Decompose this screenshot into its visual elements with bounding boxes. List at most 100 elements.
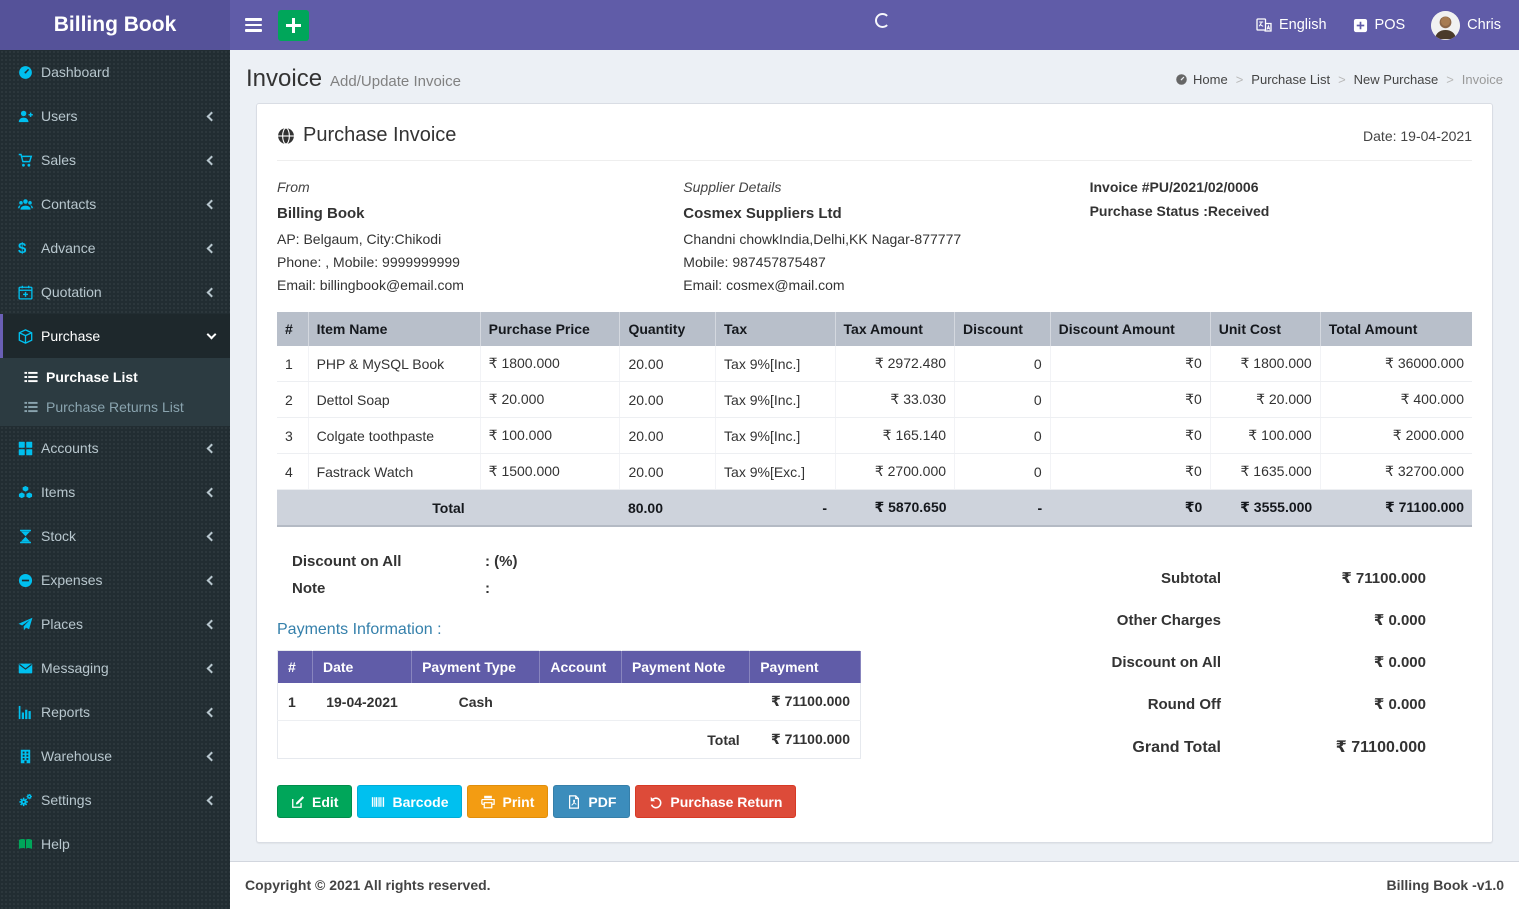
table-row: 1 PHP & MySQL Book ₹ 1800.000 20.00 Tax …: [277, 346, 1472, 382]
quick-add-button[interactable]: [278, 9, 309, 41]
invoice-lower-left: Discount on All : (%) Note : Payments In…: [277, 543, 863, 759]
sidebar-item-accounts[interactable]: Accounts: [0, 426, 230, 470]
cell-discount: 0: [954, 417, 1051, 454]
cell-item-name: PHP & MySQL Book: [308, 346, 481, 382]
sidebar-subitem-label: Purchase List: [46, 369, 138, 385]
sidebar-item-dashboard[interactable]: Dashboard: [0, 50, 230, 94]
supplier-address: Chandni chowkIndia,Delhi,KK Nagar-877777: [683, 231, 962, 247]
language-menu[interactable]: English: [1256, 17, 1327, 33]
from-email: Email: billingbook@email.com: [277, 277, 464, 293]
breadcrumb-new-purchase-link[interactable]: New Purchase: [1354, 72, 1439, 87]
cell-discount-amount: ₹0: [1050, 453, 1211, 490]
print-button[interactable]: Print: [467, 785, 549, 818]
breadcrumb-separator: >: [1446, 72, 1454, 87]
supplier-heading: Supplier Details: [683, 179, 782, 195]
pdf-button[interactable]: PDF: [553, 785, 631, 818]
cubes-icon: [18, 485, 41, 500]
summary-label: Other Charges: [1116, 612, 1221, 629]
summary-label: Discount on All: [1111, 654, 1221, 671]
barcode-button-label: Barcode: [392, 793, 449, 810]
cell-quantity: 20.00: [619, 346, 717, 382]
content-wrapper: Invoice Add/Update Invoice Home > Purchas…: [230, 50, 1519, 861]
column-header: Payment: [749, 650, 861, 683]
payments-heading: Payments Information :: [277, 621, 442, 638]
sidebar-item-advance[interactable]: $ Advance: [0, 226, 230, 270]
column-header: Discount: [954, 312, 1051, 346]
cell-date: 19-04-2021: [312, 683, 412, 721]
column-header: Item Name: [308, 312, 481, 346]
app-logo[interactable]: Billing Book: [0, 0, 230, 50]
summary-value: ₹ 0.000: [1373, 696, 1426, 713]
summary-round-off-row: Round Off ₹ 0.000: [863, 695, 1426, 713]
sidebar-subitem-purchase-returns-list[interactable]: Purchase Returns List: [0, 392, 230, 422]
sidebar-item-label: Warehouse: [41, 748, 113, 764]
sidebar-item-warehouse[interactable]: Warehouse: [0, 734, 230, 778]
chevron-left-icon: [206, 531, 217, 541]
cell-purchase-price: ₹ 100.000: [480, 417, 621, 454]
user-plus-icon: [18, 109, 41, 124]
cell-tax: Tax 9%[Inc.]: [715, 346, 836, 382]
sidebar-item-purchase[interactable]: Purchase: [0, 314, 230, 358]
chevron-left-icon: [206, 111, 217, 121]
sidebar-item-sales[interactable]: Sales: [0, 138, 230, 182]
pos-button[interactable]: POS: [1353, 17, 1405, 33]
invoice-meta-block: Invoice #PU/2021/02/0006 Purchase Status…: [1090, 177, 1472, 298]
note-label: Note: [292, 580, 326, 597]
chevron-left-icon: [206, 707, 217, 717]
edit-button[interactable]: Edit: [277, 785, 353, 818]
sidebar-item-places[interactable]: Places: [0, 602, 230, 646]
purchase-return-button-label: Purchase Return: [670, 793, 783, 810]
page-subtitle: Add/Update Invoice: [330, 73, 461, 90]
purchase-status: Purchase Status :Received: [1089, 203, 1270, 219]
column-header: Payment Note: [621, 650, 751, 683]
sidebar-item-label: Accounts: [41, 440, 99, 456]
chevron-left-icon: [206, 619, 217, 629]
top-bar: Billing Book English POS Chris: [0, 0, 1519, 50]
purchase-submenu: Purchase List Purchase Returns List: [0, 358, 230, 426]
cell-tax-amount: ₹ 2972.480: [835, 346, 956, 382]
purchase-return-button[interactable]: Purchase Return: [635, 785, 797, 818]
sidebar-item-quotation[interactable]: Quotation: [0, 270, 230, 314]
breadcrumb-purchase-list-link[interactable]: Purchase List: [1251, 72, 1330, 87]
calendar-plus-icon: [18, 285, 41, 300]
table-row: 1 19-04-2021 Cash ₹ 71100.000: [277, 683, 861, 721]
print-icon: [481, 795, 496, 809]
cell-unit-cost: ₹ 1800.000: [1210, 346, 1321, 382]
column-header: Tax Amount: [835, 312, 956, 346]
user-menu[interactable]: Chris: [1431, 10, 1501, 40]
sidebar-item-stock[interactable]: Stock: [0, 514, 230, 558]
sidebar-item-items[interactable]: Items: [0, 470, 230, 514]
breadcrumb-current: Invoice: [1461, 72, 1503, 87]
cell-unit-cost: ₹ 20.000: [1210, 381, 1321, 418]
sidebar-item-messaging[interactable]: Messaging: [0, 646, 230, 690]
sidebar-item-reports[interactable]: Reports: [0, 690, 230, 734]
invoice-panel: Purchase Invoice Date: 19-04-2021 From B…: [256, 103, 1493, 843]
cell-total-amount: ₹ 36000.000: [1320, 346, 1472, 382]
sidebar-subitem-purchase-list[interactable]: Purchase List: [0, 362, 230, 392]
total-quantity: 80.00: [619, 489, 716, 527]
invoice-title-text: Purchase Invoice: [303, 124, 457, 146]
edit-icon: [291, 795, 305, 809]
globe-icon: [277, 127, 295, 145]
cell-discount-amount: ₹0: [1050, 346, 1211, 382]
cell-tax: Tax 9%[Inc.]: [715, 381, 836, 418]
cell-account: [539, 683, 622, 721]
payments-table: # Date Payment Type Account Payment Note…: [277, 650, 861, 759]
sidebar-item-expenses[interactable]: Expenses: [0, 558, 230, 602]
sidebar-item-label: Items: [41, 484, 76, 500]
cell-index: 4: [277, 453, 309, 490]
supplier-phone: Mobile: 987457875487: [683, 254, 826, 270]
payments-total-label: Total: [707, 731, 740, 748]
chevron-down-icon: [206, 329, 217, 340]
chevron-left-icon: [206, 751, 217, 761]
sidebar-item-contacts[interactable]: Contacts: [0, 182, 230, 226]
breadcrumb-home-link[interactable]: Home: [1175, 72, 1228, 87]
sidebar-item-label: Contacts: [41, 196, 97, 212]
barcode-button[interactable]: Barcode: [357, 785, 463, 818]
items-table-total-row: Total 80.00 - ₹ 5870.650 - ₹0 ₹ 3555.000…: [277, 489, 1472, 527]
sidebar-item-users[interactable]: Users: [0, 94, 230, 138]
sidebar-item-settings[interactable]: Settings: [0, 778, 230, 822]
language-icon: [1256, 17, 1272, 33]
sidebar-item-help[interactable]: Help: [0, 822, 230, 866]
sidebar-toggle-button[interactable]: [230, 0, 276, 50]
